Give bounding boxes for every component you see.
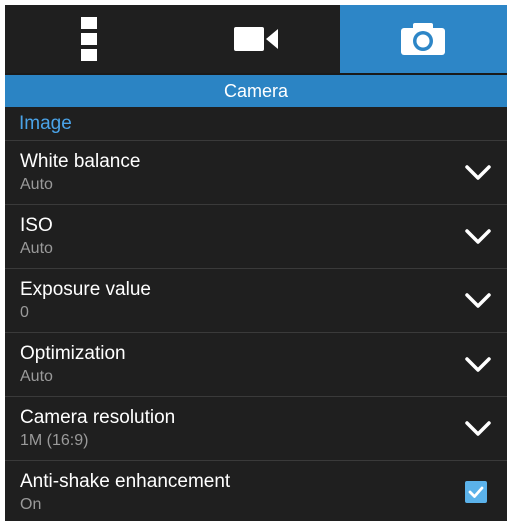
camera-settings-panel: Camera Image White balance Auto ISO Auto… bbox=[5, 5, 507, 521]
setting-iso[interactable]: ISO Auto bbox=[5, 205, 507, 269]
setting-title: Anti-shake enhancement bbox=[20, 471, 231, 492]
setting-optimization[interactable]: Optimization Auto bbox=[5, 333, 507, 397]
setting-white-balance[interactable]: White balance Auto bbox=[5, 141, 507, 205]
setting-value: 1M (16:9) bbox=[20, 432, 89, 449]
tab-more[interactable] bbox=[5, 5, 172, 73]
chevron-down-icon[interactable] bbox=[465, 163, 491, 183]
settings-list: White balance Auto ISO Auto Exposure val… bbox=[5, 141, 507, 521]
setting-value: 0 bbox=[20, 304, 29, 321]
setting-value: Auto bbox=[20, 176, 53, 193]
chevron-down-icon[interactable] bbox=[465, 227, 491, 247]
setting-title: ISO bbox=[20, 215, 53, 236]
setting-camera-resolution[interactable]: Camera resolution 1M (16:9) bbox=[5, 397, 507, 461]
page-title: Camera bbox=[5, 73, 507, 107]
setting-anti-shake[interactable]: Anti-shake enhancement On bbox=[5, 461, 507, 521]
setting-exposure-value[interactable]: Exposure value 0 bbox=[5, 269, 507, 333]
setting-value: Auto bbox=[20, 240, 53, 257]
check-icon bbox=[468, 486, 484, 498]
camera-icon bbox=[401, 23, 446, 55]
chevron-down-icon[interactable] bbox=[465, 419, 491, 439]
setting-value: On bbox=[20, 496, 42, 513]
video-camera-icon bbox=[233, 27, 278, 51]
setting-value: Auto bbox=[20, 368, 53, 385]
tab-camera[interactable] bbox=[339, 5, 507, 73]
setting-title: White balance bbox=[20, 151, 141, 172]
setting-title: Camera resolution bbox=[20, 407, 176, 428]
more-vert-icon bbox=[80, 17, 97, 61]
tab-video[interactable] bbox=[172, 5, 339, 73]
setting-title: Optimization bbox=[20, 343, 126, 364]
setting-title: Exposure value bbox=[20, 279, 151, 300]
anti-shake-checkbox[interactable] bbox=[465, 481, 487, 503]
mode-tabs bbox=[5, 5, 507, 73]
chevron-down-icon[interactable] bbox=[465, 355, 491, 375]
section-header-image: Image bbox=[5, 107, 507, 141]
chevron-down-icon[interactable] bbox=[465, 291, 491, 311]
